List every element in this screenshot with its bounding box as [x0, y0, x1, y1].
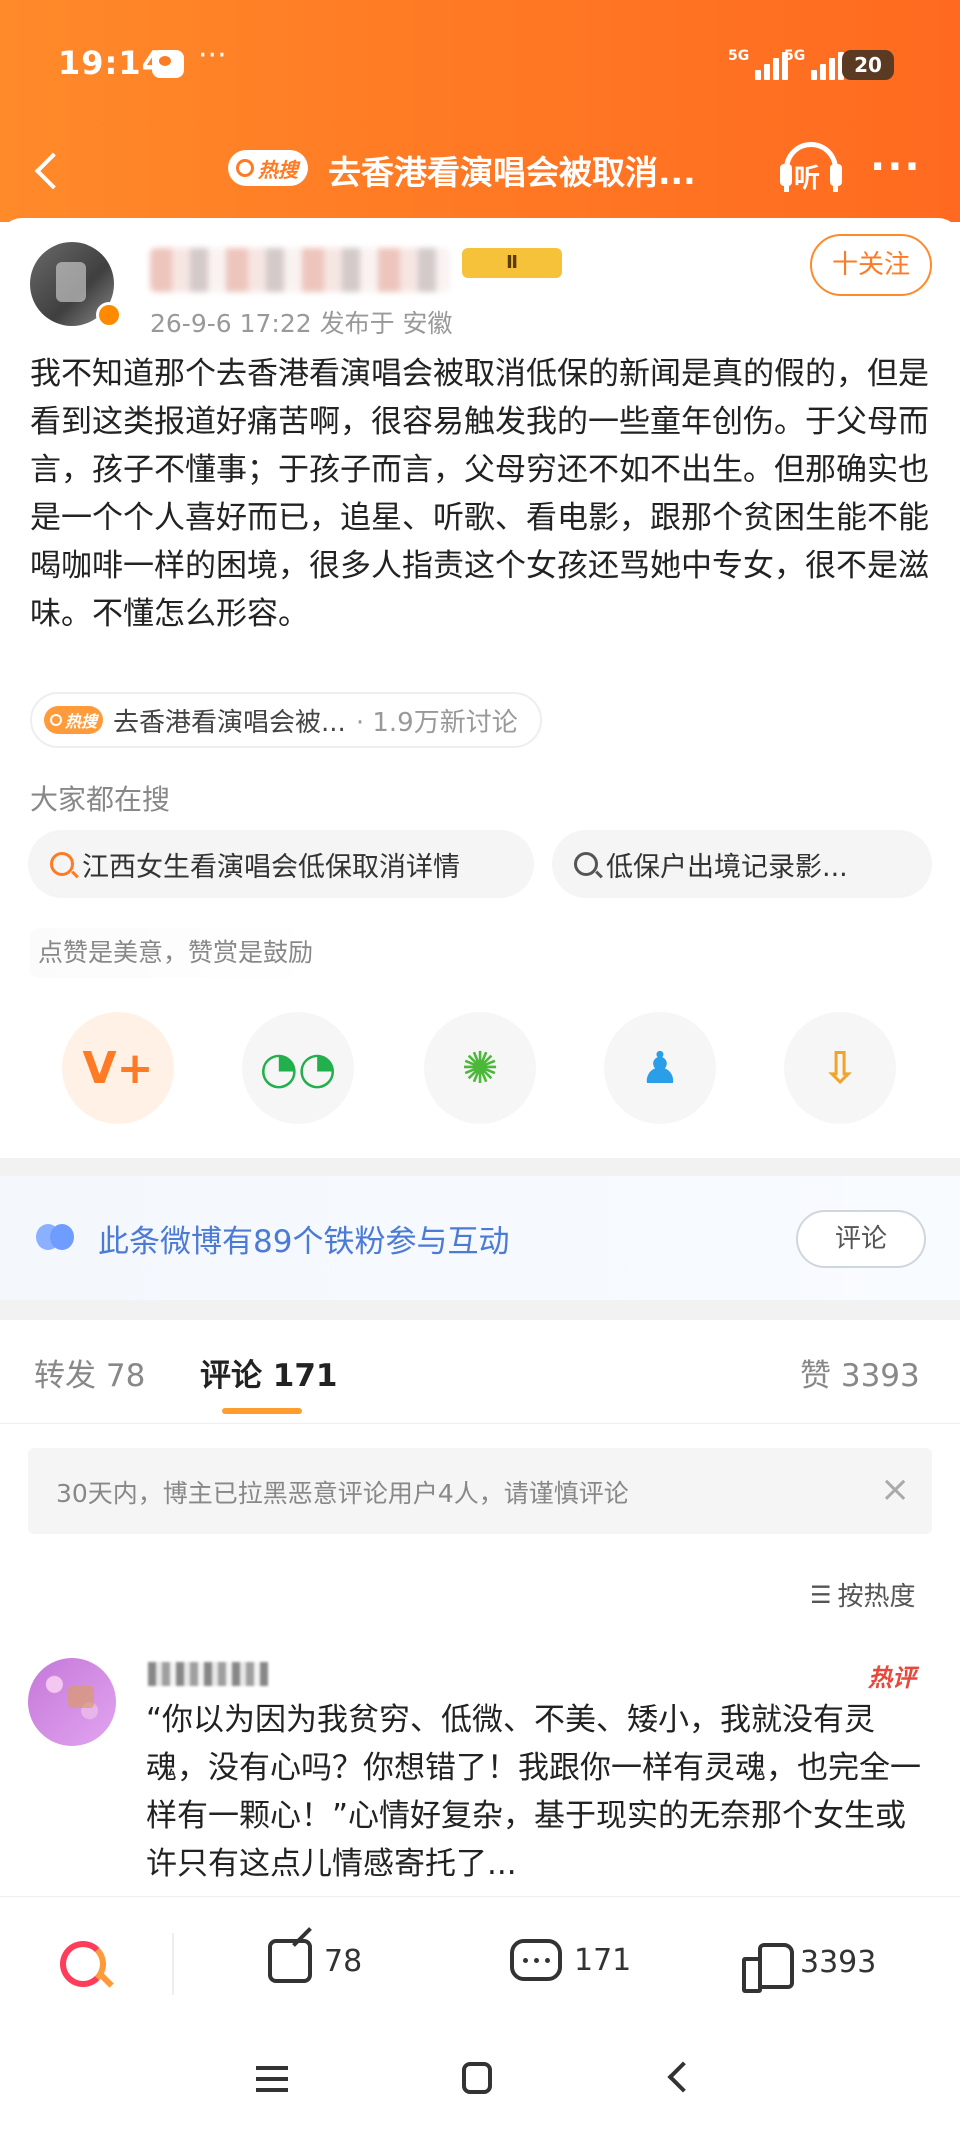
author-name-redacted[interactable] — [150, 248, 450, 292]
sort-label: 按热度 — [837, 1582, 916, 1612]
share-row: V+ ◔◔ ✺ ♟ ⇩ — [0, 1012, 960, 1124]
sort-icon: ☰ — [810, 1580, 832, 1609]
praise-tip: 点赞是美意，赞赏是鼓励 — [30, 928, 322, 978]
repost-button[interactable]: 78 — [268, 1939, 362, 1983]
post-meta: 26-9-6 17:22 发布于 安徽 — [150, 309, 453, 338]
repost-icon — [268, 1939, 312, 1983]
more-options-button[interactable]: ··· — [870, 144, 922, 190]
save-image-button[interactable]: ⇩ — [784, 1012, 896, 1124]
commenter-name-redacted[interactable] — [148, 1662, 268, 1686]
search-icon — [574, 852, 598, 876]
search-icon — [50, 714, 62, 726]
super-search-icon — [60, 1941, 106, 1987]
hot-comment-badge: 热评 — [868, 1664, 916, 1692]
action-bar: 78 171 3393 — [0, 1896, 960, 2026]
interaction-tabs: 转发 78 评论 171 赞 3393 — [0, 1320, 960, 1424]
comment-notice-text: 30天内，博主已拉黑恶意评论用户4人，请谨慎评论 — [56, 1479, 629, 1508]
comment-text: “你以为因为我贫穷、低微、不美、矮小，我就没有灵魂，没有心吗？你想错了！我跟你一… — [146, 1702, 921, 1882]
super-search-button[interactable] — [56, 1935, 114, 1993]
follow-button[interactable]: 十关注 — [810, 234, 932, 296]
thumbs-up-icon — [742, 1939, 794, 1993]
trending-search-item[interactable]: 低保户出境记录影... — [552, 830, 932, 898]
comment-notice: 30天内，博主已拉黑恶意评论用户4人，请谨慎评论 × — [28, 1448, 932, 1534]
level-badge: Ⅱ — [462, 248, 562, 278]
verified-badge-icon — [96, 302, 122, 328]
signal-icon-1: 5G — [728, 48, 789, 80]
divider — [0, 1158, 960, 1176]
commenter-avatar[interactable] — [28, 1658, 116, 1746]
tab-comment[interactable]: 评论 171 — [200, 1350, 338, 1395]
reward-button[interactable]: V+ — [62, 1012, 174, 1124]
wechat-notification-icon — [152, 50, 184, 78]
recent-apps-icon[interactable] — [256, 2066, 288, 2092]
post-card: Ⅱ 26-9-6 17:22 发布于 安徽 十关注 我不知道那个去香港看演唱会被… — [0, 218, 960, 1158]
search-icon — [236, 159, 254, 177]
share-qq-button[interactable]: ♟ — [604, 1012, 716, 1124]
listen-label: 听 — [794, 164, 821, 194]
sort-by-heat-button[interactable]: ☰ 按热度 — [810, 1576, 916, 1613]
fans-banner-text: 此条微博有89个铁粉参与互动 — [98, 1224, 510, 1260]
nav-bar: 热搜 去香港看演唱会被取消... 听 ··· — [0, 128, 960, 222]
repost-count: 78 — [324, 1943, 363, 1979]
comment-icon — [510, 1939, 562, 1981]
hot-search-label: 热搜 — [258, 157, 298, 182]
page-title[interactable]: 去香港看演唱会被取消... — [328, 146, 696, 194]
hot-topic-tag: 热搜 — [44, 706, 104, 734]
like-button[interactable]: 3393 — [742, 1939, 877, 1993]
listen-button[interactable]: 听 — [780, 138, 842, 200]
hot-topic-chip[interactable]: 热搜 去香港看演唱会被... · 1.9万新讨论 — [30, 692, 542, 748]
save-image-icon: ⇩ — [821, 1042, 859, 1094]
fans-banner: 此条微博有89个铁粉参与互动 评论 — [0, 1176, 960, 1300]
status-time: 19:14 — [58, 44, 165, 82]
tab-likes[interactable]: 赞 3393 — [800, 1350, 920, 1395]
trending-search-item[interactable]: 江西女生看演唱会低保取消详情 — [28, 830, 534, 898]
comment-count: 171 — [574, 1942, 632, 1978]
home-icon[interactable] — [462, 2062, 492, 2094]
wechat-icon: ◔◔ — [259, 1042, 337, 1094]
signal-icon-2: 5G — [784, 48, 845, 80]
fans-icon — [36, 1224, 76, 1250]
close-icon[interactable]: × — [880, 1470, 910, 1510]
back-button[interactable] — [30, 148, 70, 198]
divider — [0, 1300, 960, 1320]
active-tab-indicator — [222, 1408, 302, 1414]
divider — [172, 1933, 174, 1995]
share-moments-button[interactable]: ✺ — [424, 1012, 536, 1124]
system-nav-bar — [0, 2026, 960, 2136]
qq-icon: ♟ — [640, 1042, 680, 1094]
tab-repost[interactable]: 转发 78 — [34, 1350, 145, 1395]
status-bar: 19:14 ··· 5G 5G 20 — [0, 0, 960, 128]
fans-comment-button[interactable]: 评论 — [796, 1210, 926, 1268]
share-wechat-button[interactable]: ◔◔ — [242, 1012, 354, 1124]
system-back-icon[interactable] — [667, 2061, 699, 2093]
like-count: 3393 — [800, 1944, 877, 1980]
hot-topic-title: 去香港看演唱会被... — [113, 707, 346, 738]
moments-icon: ✺ — [461, 1042, 499, 1094]
post-content: 我不知道那个去香港看演唱会被取消低保的新闻是真的假的，但是看到这类报道好痛苦啊，… — [30, 356, 929, 632]
battery-icon: 20 — [842, 50, 894, 80]
more-notifications-icon: ··· — [198, 38, 227, 73]
comment-button[interactable]: 171 — [510, 1939, 631, 1981]
reward-v-icon: V+ — [82, 1042, 154, 1094]
hot-search-tag[interactable]: 热搜 — [228, 150, 308, 186]
trending-searches-label: 大家都在搜 — [30, 783, 171, 816]
hot-search-icon — [50, 852, 74, 876]
hot-topic-discussion-count: · 1.9万新讨论 — [355, 707, 518, 738]
